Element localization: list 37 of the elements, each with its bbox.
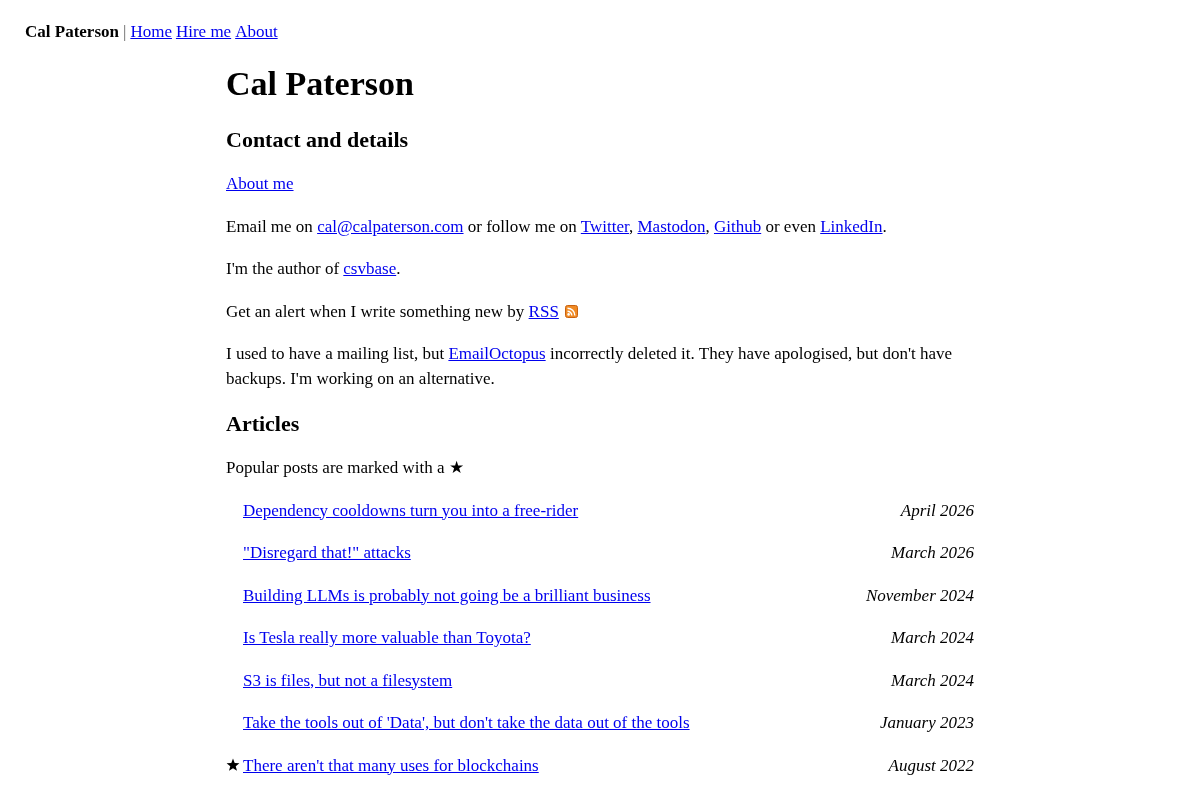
paragraph: Get an alert when I write something new by RSS (226, 300, 559, 323)
nav-separator: | (122, 21, 127, 43)
text-link[interactable]: LinkedIn (820, 216, 883, 236)
article-date: March 2024 (891, 669, 974, 692)
text-link[interactable]: About me (226, 174, 294, 193)
rss-feed-icon[interactable] (564, 304, 578, 318)
article-date: March 2026 (891, 542, 974, 564)
article-link[interactable]: Dependency cooldowns turn you into a free-rider (243, 497, 579, 523)
article-date: January 2023 (880, 712, 974, 734)
nav-link[interactable]: Hire me (175, 19, 232, 44)
article-link[interactable]: There aren't that many uses for blockchains (243, 752, 539, 778)
article-date: August 2022 (888, 754, 974, 777)
page-title: Cal Paterson (226, 64, 415, 104)
popular-note: Popular posts are marked with a ★ (226, 457, 465, 479)
section-heading: Articles (226, 409, 301, 438)
article-date: November 2024 (865, 584, 974, 607)
article-date: April 2026 (900, 499, 974, 522)
paragraph: Email me on cal@calpaterson.com or follow me on Twitter, Mastodon, Github or even LinkedIn. (226, 215, 888, 238)
text-link[interactable]: Twitter (580, 216, 629, 236)
text-link[interactable]: Github (713, 216, 762, 236)
article-link[interactable]: "Disregard that!" attacks (243, 540, 411, 565)
section-heading: Contact and details (226, 125, 410, 154)
article-link[interactable]: Building LLMs is probably not going be a brilliant business (243, 582, 651, 608)
paragraph: I used to have a mailing list, but EmailOctopus incorrectly deleted it. They have apologised, but don't have backups. I'm working on an alternative. (226, 343, 954, 390)
text-link[interactable]: RSS (528, 301, 559, 321)
article-link[interactable]: Take the tools out of 'Data', but don't take the data out of the tools (243, 710, 690, 735)
article-date: March 2024 (891, 627, 974, 649)
text-link[interactable]: cal@calpaterson.com (317, 216, 464, 236)
text-link[interactable]: EmailOctopus (448, 344, 546, 363)
nav-link[interactable]: About (235, 19, 278, 44)
text-link[interactable]: Mastodon (637, 216, 706, 236)
paragraph: I'm the author of csvbase. (226, 258, 402, 280)
article-link[interactable]: S3 is files, but not a filesystem (243, 667, 453, 693)
article-link[interactable]: Is Tesla really more valuable than Toyota? (243, 625, 531, 650)
site-name: Cal Paterson (25, 21, 119, 43)
nav-link[interactable]: Home (130, 19, 172, 44)
text-link[interactable]: csvbase (343, 259, 397, 278)
